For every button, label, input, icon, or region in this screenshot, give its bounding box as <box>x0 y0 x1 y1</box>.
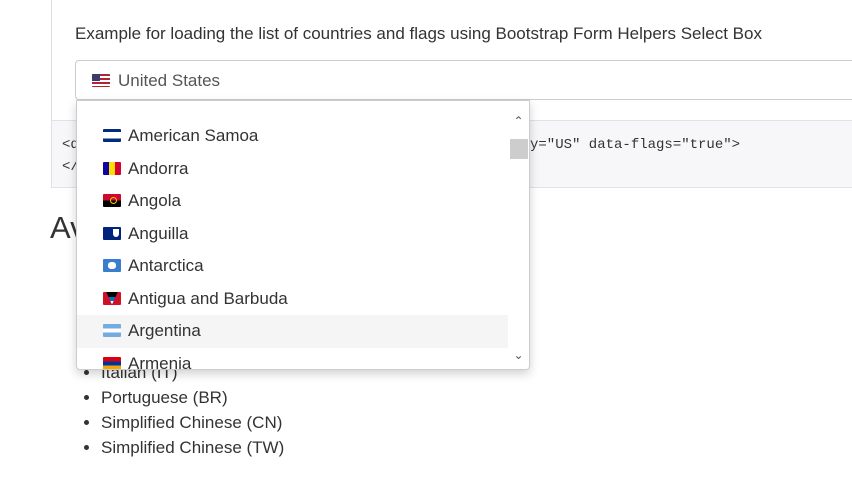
antarctica-flag-icon <box>103 259 121 272</box>
chevron-down-icon[interactable]: ⌄ <box>508 345 529 365</box>
option-label: Angola <box>128 191 181 210</box>
code-line-1-end: y="US" data-flags="true"> <box>530 137 741 153</box>
selected-country: United States <box>118 71 221 90</box>
country-option-argentina[interactable]: Argentina <box>77 315 509 348</box>
language-list: Italian (IT) Portuguese (BR) Simplified … <box>80 360 284 460</box>
option-label: Antigua and Barbuda <box>128 288 288 308</box>
andorra-flag-icon <box>103 161 121 175</box>
chevron-up-icon[interactable]: ⌃ <box>508 111 529 131</box>
option-label: Antarctica <box>128 256 204 275</box>
list-item: Portuguese (BR) <box>101 385 284 410</box>
option-label: Anguilla <box>128 223 189 243</box>
example-description: Example for loading the list of countrie… <box>75 24 762 43</box>
country-option-anguilla[interactable]: Anguilla <box>77 218 509 251</box>
country-option-american-samoa[interactable]: American Samoa <box>77 120 509 153</box>
angola-flag-icon <box>103 194 121 207</box>
country-dropdown[interactable]: American Samoa Andorra Angola Anguilla A… <box>76 100 530 370</box>
armenia-flag-icon <box>103 356 121 369</box>
country-select[interactable]: United States <box>75 60 852 100</box>
option-label: American Samoa <box>128 126 259 145</box>
anguilla-flag-icon <box>103 226 121 240</box>
list-item: Simplified Chinese (TW) <box>101 435 284 460</box>
option-label: Armenia <box>128 353 192 370</box>
scrollbar-thumb[interactable] <box>510 139 528 159</box>
american-samoa-flag-icon <box>103 129 121 142</box>
country-options: American Samoa Andorra Angola Anguilla A… <box>77 120 509 370</box>
country-option-antigua-and-barbuda[interactable]: Antigua and Barbuda <box>77 283 509 316</box>
option-label: Argentina <box>128 321 201 340</box>
dropdown-scrollbar[interactable]: ⌃ ⌄ <box>508 101 529 369</box>
argentina-flag-icon <box>103 324 121 337</box>
option-label: Andorra <box>128 158 189 178</box>
country-option-antarctica[interactable]: Antarctica <box>77 250 509 283</box>
antigua-and-barbuda-flag-icon <box>103 291 121 305</box>
us-flag-icon <box>92 74 110 87</box>
country-option-andorra[interactable]: Andorra <box>77 153 509 186</box>
list-item: Simplified Chinese (CN) <box>101 410 284 435</box>
country-option-armenia[interactable]: Armenia <box>77 348 509 370</box>
country-option-angola[interactable]: Angola <box>77 185 509 218</box>
